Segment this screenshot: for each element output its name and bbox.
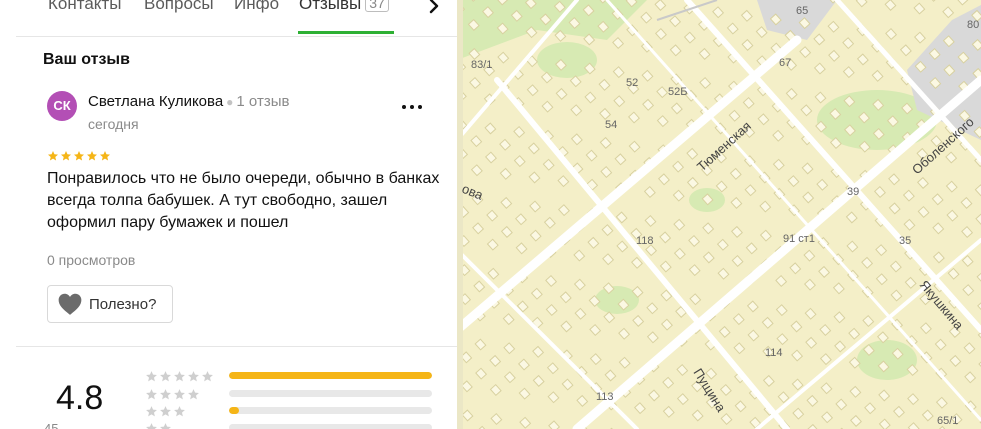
star-outline-icon: [160, 406, 171, 417]
star-outline-icon: [146, 423, 157, 429]
tab-bar: Контакты Вопросы Инфо Отзывы 37: [16, 0, 457, 37]
review-text: Понравилось что не было очереди, обычно …: [47, 170, 440, 231]
tab-contacts[interactable]: Контакты: [48, 0, 121, 14]
house-number: 52: [626, 77, 638, 89]
rating-value: 4.8: [56, 379, 104, 417]
useful-button[interactable]: Полезно?: [47, 285, 173, 323]
tab-reviews-label: Отзывы: [299, 0, 362, 13]
star-icon: [61, 151, 71, 161]
separator-dot: ●: [226, 95, 234, 109]
house-number: 54: [605, 119, 617, 131]
house-number: 52Б: [668, 86, 687, 98]
rating-total: 45: [44, 421, 59, 429]
star-outline-icon: [174, 406, 185, 417]
star-outline-icon: [146, 389, 157, 400]
left-edge: [0, 0, 16, 429]
review-date: сегодня: [88, 116, 139, 132]
rating-row-stars: [145, 388, 200, 401]
house-number: 65/1: [937, 415, 958, 427]
rating-bar-track: [229, 424, 432, 429]
house-number: 80: [967, 19, 979, 31]
rating-bar-fill: [229, 372, 432, 379]
review-author: Светлана Куликова ● 1 отзыв: [88, 93, 289, 110]
active-tab-indicator: [298, 31, 394, 34]
author-reviews-count: 1 отзыв: [236, 93, 290, 110]
rating-row-stars: [145, 370, 214, 383]
star-outline-icon: [188, 389, 199, 400]
panel-shadow: [457, 0, 463, 429]
avatar[interactable]: СК: [47, 91, 77, 121]
star-outline-icon: [202, 371, 213, 382]
your-review-heading: Ваш отзыв: [43, 51, 130, 68]
rating-row-stars: [145, 422, 172, 429]
house-number: 118: [636, 235, 654, 247]
map-canvas[interactable]: Тюменская Оболенского Якушкина Пущина ов…: [457, 0, 981, 429]
star-outline-icon: [188, 371, 199, 382]
star-icon: [100, 151, 110, 161]
tab-reviews[interactable]: Отзывы 37: [299, 0, 389, 14]
star-icon: [74, 151, 84, 161]
useful-button-label: Полезно?: [89, 295, 157, 313]
chevron-right-icon[interactable]: [422, 0, 446, 19]
tab-info[interactable]: Инфо: [234, 0, 279, 14]
map[interactable]: Тюменская Оболенского Якушкина Пущина ов…: [457, 0, 981, 429]
house-number: 91 ст1: [783, 233, 815, 245]
review-views: 0 просмотров: [47, 252, 136, 268]
star-outline-icon: [174, 389, 185, 400]
rating-bar-track: [229, 390, 432, 397]
rating-row-stars: [145, 405, 186, 418]
house-number: 65: [796, 5, 808, 17]
star-icon: [87, 151, 97, 161]
star-icon: [48, 151, 58, 161]
house-number: 114: [765, 347, 783, 359]
house-number: 113: [596, 391, 614, 403]
house-number: 67: [779, 57, 791, 69]
more-options-icon[interactable]: [400, 96, 424, 112]
author-name[interactable]: Светлана Куликова: [88, 93, 223, 110]
star-outline-icon: [146, 406, 157, 417]
review-stars: [47, 150, 111, 162]
star-outline-icon: [160, 371, 171, 382]
reviews-count-badge: 37: [365, 0, 389, 12]
house-number: 83/1: [471, 59, 492, 71]
rating-bar-fill: [229, 407, 240, 414]
rating-bar-track: [229, 407, 432, 414]
business-card-panel: Контакты Вопросы Инфо Отзывы 37 Ваш отзыв…: [16, 0, 457, 429]
tab-questions[interactable]: Вопросы: [144, 0, 214, 14]
star-outline-icon: [160, 423, 171, 429]
heart-icon: [58, 293, 82, 315]
star-outline-icon: [160, 389, 171, 400]
house-number: 35: [899, 235, 911, 247]
divider: [16, 346, 457, 347]
rating-bar-track: [229, 372, 432, 379]
house-number: 39: [847, 186, 859, 198]
star-outline-icon: [146, 371, 157, 382]
star-outline-icon: [174, 371, 185, 382]
